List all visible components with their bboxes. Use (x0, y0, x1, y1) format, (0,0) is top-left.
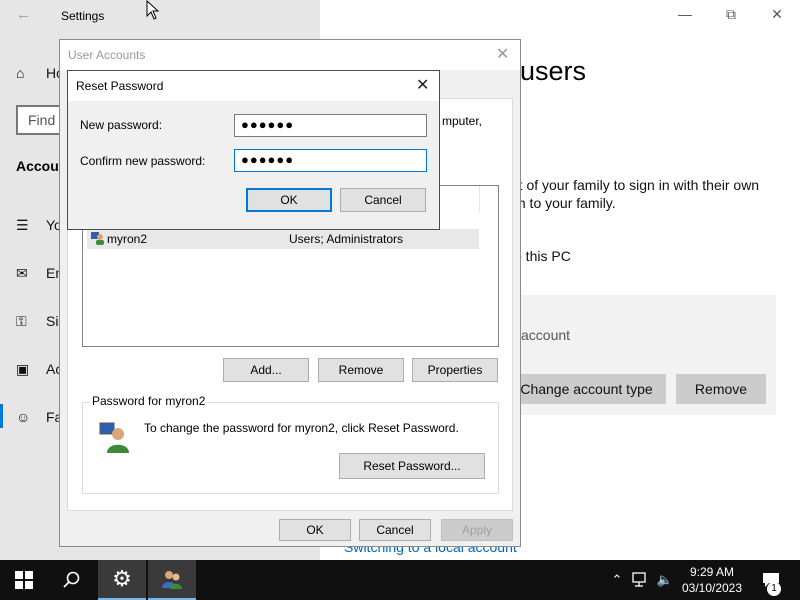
search-icon (63, 571, 80, 588)
ua-apply-button[interactable]: Apply (441, 519, 513, 541)
taskbar-settings-app[interactable]: ⚙ (98, 560, 146, 600)
rp-ok-button[interactable]: OK (246, 188, 332, 212)
reset-password-dialog: Reset Password ✕ New password: ●●●●●● Co… (67, 70, 440, 230)
change-account-type-button[interactable]: Change account type (507, 374, 666, 404)
ua-cancel-button[interactable]: Cancel (359, 519, 431, 541)
nav-your-info[interactable]: ☰ Yo (16, 214, 62, 236)
user-group-cell: Users; Administrators (289, 232, 404, 246)
password-group-legend: Password for myron2 (90, 394, 208, 408)
search-button[interactable] (48, 560, 96, 600)
notification-count-badge: 1 (767, 582, 781, 596)
settings-title: Settings (61, 9, 105, 23)
password-instructions: To change the password for myron2, click… (144, 421, 459, 435)
users-computer-icon (98, 420, 132, 454)
nav-access-work[interactable]: ▣ Ac (16, 358, 62, 380)
new-password-label: New password: (80, 118, 163, 132)
confirm-password-input[interactable]: ●●●●●● (234, 149, 427, 172)
mouse-cursor-icon (146, 0, 160, 23)
back-arrow-icon[interactable]: ← (16, 6, 31, 23)
rp-title: Reset Password (76, 79, 164, 93)
user-icon (91, 231, 105, 245)
rp-close-icon[interactable]: ✕ (416, 75, 429, 95)
new-password-input[interactable]: ●●●●●● (234, 114, 427, 137)
section-accounts: Accou (16, 158, 59, 174)
confirm-password-label: Confirm new password: (80, 154, 206, 168)
remove-user-button[interactable]: Remove (318, 358, 404, 382)
briefcase-icon: ▣ (16, 361, 30, 377)
network-icon[interactable] (630, 560, 652, 600)
add-someone-text[interactable]: o this PC (514, 248, 571, 264)
clock-date: 03/10/2023 (681, 581, 743, 595)
taskbar: ⚙ ⌃ 🔈 9:29 AM 03/10/2023 1 (0, 560, 800, 600)
reset-password-button[interactable]: Reset Password... (339, 453, 485, 479)
nav-home[interactable]: ⌂ Ho (16, 62, 64, 84)
ua-ok-button[interactable]: OK (279, 519, 351, 541)
person-list-icon: ☰ (16, 217, 29, 233)
password-groupbox (82, 402, 499, 494)
table-row[interactable]: myron2 Users; Administrators (87, 229, 479, 249)
users-icon (162, 571, 182, 589)
add-user-button[interactable]: Add... (223, 358, 309, 382)
page-title: users (520, 56, 587, 86)
nav-email[interactable]: ✉ En (16, 262, 63, 284)
clock-time: 9:29 AM (689, 565, 735, 579)
family-description-2: m to your family. (514, 195, 616, 211)
taskbar-user-accounts-app[interactable] (148, 560, 196, 600)
home-icon: ⌂ (16, 65, 25, 81)
key-icon: ⚿ (16, 313, 27, 329)
ua-close-icon[interactable]: ✕ (496, 44, 509, 64)
column-divider (479, 186, 480, 212)
start-button[interactable] (0, 560, 48, 600)
person-add-icon: ☺ (16, 409, 31, 425)
selected-indicator (0, 404, 3, 428)
gear-icon: ⚙ (112, 566, 132, 591)
rp-cancel-button[interactable]: Cancel (340, 188, 426, 212)
properties-button[interactable]: Properties (412, 358, 498, 382)
account-type-label: l account (514, 327, 571, 343)
remove-account-button[interactable]: Remove (676, 374, 766, 404)
volume-icon[interactable]: 🔈 (654, 560, 676, 600)
nav-family[interactable]: ☺ Fa (16, 406, 62, 428)
minimize-icon[interactable]: — (670, 6, 700, 22)
windows-logo-icon (15, 571, 33, 589)
restore-icon[interactable]: ⧉ (716, 6, 746, 23)
family-description-1: rt of your family to sign in with their … (514, 177, 760, 193)
show-hidden-icons-chevron-icon[interactable]: ⌃ (608, 560, 626, 600)
mail-icon: ✉ (16, 265, 28, 281)
close-icon[interactable]: ✕ (762, 6, 792, 23)
system-clock[interactable]: 9:29 AM 03/10/2023 (676, 564, 748, 596)
ua-header-text: mputer, (442, 114, 483, 128)
ua-title: User Accounts (68, 48, 146, 62)
user-name-cell: myron2 (107, 232, 148, 246)
